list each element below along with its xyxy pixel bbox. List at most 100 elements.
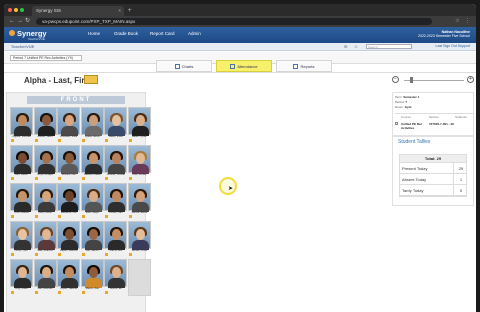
attendance-badge-icon[interactable] bbox=[58, 177, 62, 180]
student-seat[interactable]: Ayala, Alexis bbox=[80, 107, 104, 144]
student-name: Cole, Ashley bbox=[132, 173, 147, 176]
student-seat[interactable]: Hayes, Marcus bbox=[57, 221, 81, 258]
zoom-slider-handle[interactable] bbox=[410, 77, 413, 83]
student-seat[interactable]: Aldred, Jalen bbox=[33, 107, 57, 144]
student-seat[interactable]: Moore, Eli bbox=[104, 259, 128, 296]
zoom-in-icon[interactable]: + bbox=[467, 76, 474, 83]
maximize-window-button[interactable] bbox=[20, 8, 24, 12]
student-seat[interactable]: Castillo, Mateo bbox=[80, 145, 104, 182]
attendance-badge-icon[interactable] bbox=[11, 215, 14, 218]
attendance-badge-icon[interactable] bbox=[81, 139, 85, 142]
attendance-badge-icon[interactable] bbox=[11, 291, 14, 294]
student-seat[interactable]: Boyd, Amaya bbox=[33, 145, 57, 182]
student-photo bbox=[128, 221, 151, 250]
class-select[interactable]: Period 7 Unified PE Rec Activities (Y9) bbox=[10, 55, 82, 61]
user-icon[interactable]: ☺ bbox=[354, 44, 358, 49]
student-seat[interactable]: Bauer, Dylan bbox=[128, 107, 151, 144]
student-seat[interactable]: Hall, Brianna bbox=[33, 221, 57, 258]
tab-attendance-label: Attendance bbox=[237, 64, 258, 69]
user-school: 2022-2023 Semester Five School bbox=[418, 34, 470, 38]
attendance-badge-icon[interactable] bbox=[129, 215, 132, 218]
attendance-badge-icon[interactable] bbox=[129, 139, 132, 142]
student-seat[interactable]: Garcia, Elena bbox=[128, 183, 151, 220]
forward-icon[interactable]: → bbox=[17, 16, 23, 27]
attendance-badge-icon[interactable] bbox=[129, 177, 132, 180]
attendance-badge-icon[interactable] bbox=[105, 253, 109, 256]
attendance-badge-icon[interactable] bbox=[58, 215, 62, 218]
search-input[interactable]: Search bbox=[366, 44, 412, 49]
close-tab-icon[interactable]: × bbox=[118, 6, 121, 16]
photo-face bbox=[112, 153, 122, 164]
attendance-badge-icon[interactable] bbox=[11, 139, 14, 142]
attendance-badge-icon[interactable] bbox=[11, 177, 14, 180]
attendance-badge-icon[interactable] bbox=[81, 291, 85, 294]
student-seat[interactable]: Bell, Jaden bbox=[10, 145, 33, 182]
attendance-badge-icon[interactable] bbox=[34, 177, 38, 180]
url-field[interactable]: va-pwcps.edupoint.com/PXP_TXP_MAIN.aspx bbox=[36, 18, 432, 25]
zoom-slider[interactable] bbox=[404, 80, 464, 81]
student-seat[interactable]: Aguilar, Michael bbox=[10, 107, 33, 144]
attendance-badge-icon[interactable] bbox=[105, 215, 109, 218]
attendance-badge-icon[interactable] bbox=[58, 291, 62, 294]
attendance-badge-icon[interactable] bbox=[81, 177, 85, 180]
student-photo bbox=[10, 107, 33, 136]
tab-attendance[interactable]: Attendance bbox=[216, 60, 272, 72]
new-tab-icon[interactable]: + bbox=[128, 6, 132, 16]
attendance-badge-icon[interactable] bbox=[58, 253, 62, 256]
attendance-badge-icon[interactable] bbox=[81, 253, 85, 256]
reload-icon[interactable]: ↻ bbox=[25, 16, 30, 27]
browser-tab[interactable]: Synergy SIS × bbox=[32, 6, 124, 16]
attendance-badge-icon[interactable] bbox=[129, 253, 132, 256]
attendance-badge-icon[interactable] bbox=[105, 177, 109, 180]
student-seat[interactable]: Andrade, Sofia bbox=[57, 107, 81, 144]
attendance-badge-icon[interactable] bbox=[11, 253, 14, 256]
student-seat[interactable]: Brooks, Nia bbox=[57, 145, 81, 182]
student-seat[interactable]: Hill, Naomi bbox=[80, 221, 104, 258]
menu-report-card[interactable]: Report Card bbox=[150, 31, 175, 36]
student-photo bbox=[57, 107, 81, 136]
student-seat[interactable]: Baker, Evan bbox=[104, 107, 128, 144]
close-window-button[interactable] bbox=[8, 8, 12, 12]
student-photo bbox=[104, 145, 128, 174]
student-seat[interactable]: Chavez, Jordan bbox=[104, 145, 128, 182]
seating-chart-icon[interactable] bbox=[84, 75, 98, 84]
student-seat[interactable]: Gray, Tyler bbox=[10, 221, 33, 258]
zoom-out-icon[interactable]: − bbox=[392, 76, 399, 83]
student-seat[interactable]: Flores, Ivan bbox=[104, 183, 128, 220]
student-seat[interactable]: Ellis, Maya bbox=[80, 183, 104, 220]
browser-menu-icon[interactable]: ☆ ⋮ bbox=[455, 16, 472, 27]
student-seat[interactable]: King, Aiden bbox=[10, 259, 33, 296]
attendance-badge-icon[interactable] bbox=[81, 215, 85, 218]
student-name: Hall, Brianna bbox=[37, 249, 53, 252]
attendance-badge-icon[interactable] bbox=[34, 139, 38, 142]
tab-charts[interactable]: Charts bbox=[156, 60, 212, 72]
back-icon[interactable]: ← bbox=[9, 16, 15, 27]
attendance-badge-icon[interactable] bbox=[105, 139, 109, 142]
attendance-badge-icon[interactable] bbox=[105, 291, 109, 294]
menu-admin[interactable]: Admin bbox=[188, 31, 201, 36]
col-students: Students bbox=[455, 115, 467, 119]
student-seat[interactable]: Diaz, Lucia bbox=[33, 183, 57, 220]
header-links[interactable]: Last Sign Out Support bbox=[436, 44, 470, 48]
student-seat[interactable]: Cole, Ashley bbox=[128, 145, 151, 182]
student-seat[interactable]: Lopez, Gabriel bbox=[57, 259, 81, 296]
minimize-window-button[interactable] bbox=[14, 8, 18, 12]
student-seat[interactable]: Martin, Zoe bbox=[80, 259, 104, 296]
attendance-badge-icon[interactable] bbox=[58, 139, 62, 142]
menu-grade-book[interactable]: Grade Book bbox=[114, 31, 138, 36]
tab-reports[interactable]: Reports bbox=[276, 60, 332, 72]
attendance-badge-icon[interactable] bbox=[34, 253, 38, 256]
attendance-badge-icon[interactable] bbox=[34, 215, 38, 218]
student-seat[interactable]: James, Chloe bbox=[128, 221, 151, 258]
student-name: Garcia, Elena bbox=[131, 211, 148, 214]
student-seat[interactable]: Lee, Hannah bbox=[33, 259, 57, 296]
student-seat[interactable]: Ibarra, Leo bbox=[104, 221, 128, 258]
student-seat[interactable]: Edwards, Kai bbox=[57, 183, 81, 220]
course-checkbox[interactable] bbox=[395, 122, 398, 125]
attendance-badge-icon[interactable] bbox=[34, 291, 38, 294]
mail-icon[interactable]: ✉ bbox=[344, 44, 347, 49]
empty-seat[interactable] bbox=[128, 259, 151, 296]
student-seat[interactable]: Cruz, Daniel bbox=[10, 183, 33, 220]
menu-home[interactable]: Home bbox=[88, 31, 100, 36]
student-photo bbox=[57, 221, 81, 250]
